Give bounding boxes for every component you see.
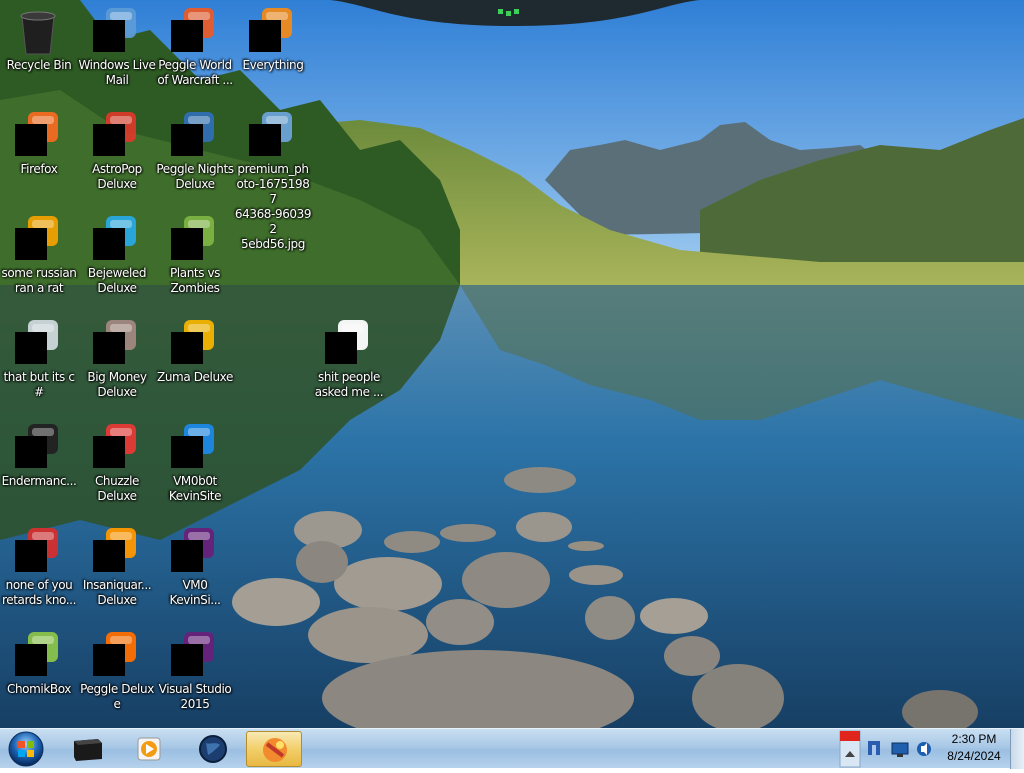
desktop-icon[interactable]: Windows Live Mail (78, 2, 156, 102)
taskbar-button-peggle[interactable] (246, 731, 302, 767)
peggle-app-icon (263, 738, 287, 762)
desktop-icon-label: Big Money Deluxe (87, 370, 147, 399)
windows-orb-icon (8, 731, 44, 767)
redacted-overlay (93, 540, 125, 572)
redacted-overlay (171, 540, 203, 572)
redacted-overlay (15, 124, 47, 156)
desktop-icon-label: Plants vs Zombies (169, 266, 221, 295)
desktop-icon[interactable]: Chuzzle Deluxe (78, 418, 156, 518)
desktop-icon-label: Peggle Nights Deluxe (156, 162, 234, 191)
tray-clock[interactable]: 2:30 PM 8/24/2024 (934, 731, 1014, 765)
desktop-icon-label: Bejeweled Deluxe (87, 266, 147, 295)
desktop[interactable]: Recycle Bin Windows Live Mail Peggle Wor… (0, 0, 1024, 728)
desktop-icon[interactable]: Peggle Nights Deluxe (156, 106, 234, 206)
desktop-icon-label: AstroPop Deluxe (92, 162, 142, 191)
desktop-icon-label: Windows Live Mail (78, 58, 156, 87)
desktop-icon-label: Peggle Deluxe (80, 682, 154, 711)
desktop-icon[interactable]: Zuma Deluxe (156, 314, 234, 414)
desktop-icon-label: Zuma Deluxe (157, 370, 233, 384)
redacted-overlay (93, 124, 125, 156)
desktop-icon-label: none of you retards kno... (1, 578, 77, 607)
redacted-overlay (171, 644, 203, 676)
redacted-overlay (171, 436, 203, 468)
taskbar-button-media-player[interactable] (122, 731, 174, 767)
media-player-icon (137, 737, 161, 761)
desktop-icon[interactable]: premium_ph oto-16751987 64368-960392 5eb… (234, 106, 312, 251)
desktop-icon[interactable]: Big Money Deluxe (78, 314, 156, 414)
redacted-overlay (171, 332, 203, 364)
desktop-icon[interactable]: VM0 KevinSi... (156, 522, 234, 622)
redacted-overlay (93, 436, 125, 468)
desktop-icon[interactable]: Everything (234, 2, 312, 102)
desktop-icon-label: Chuzzle Deluxe (94, 474, 140, 503)
desktop-icon[interactable]: ChomikBox (0, 626, 78, 726)
redacted-overlay (15, 228, 47, 260)
redacted-overlay (15, 644, 47, 676)
desktop-icon-label: Endermanc... (1, 474, 77, 488)
redacted-overlay (249, 20, 281, 52)
redacted-overlay (249, 124, 281, 156)
recycle-bin-icon (14, 6, 64, 56)
desktop-icon[interactable]: that but its c# (0, 314, 78, 414)
desktop-icon-label: VM0 KevinSi... (169, 578, 221, 607)
redacted-overlay (325, 332, 357, 364)
desktop-icon[interactable]: Firefox (0, 106, 78, 206)
network-icon[interactable] (868, 741, 880, 755)
desktop-icon-label: that but its c# (3, 370, 75, 399)
redacted-overlay (15, 332, 47, 364)
desktop-icon-label: premium_ph oto-16751987 64368-960392 5eb… (234, 162, 312, 251)
desktop-icon[interactable]: Peggle Deluxe (78, 626, 156, 726)
desktop-icon[interactable]: none of you retards kno... (0, 522, 78, 622)
redacted-overlay (171, 228, 203, 260)
desktop-icon-label: Insaniquar... Deluxe (82, 578, 152, 607)
top-edge-notch (330, 0, 700, 26)
volume-icon[interactable] (917, 742, 931, 756)
action-center-flag-icon[interactable] (839, 730, 861, 768)
monitor-icon[interactable] (891, 742, 909, 757)
desktop-icon[interactable]: VM0b0t KevinSite (156, 418, 234, 518)
clock-time: 2:30 PM (951, 732, 997, 746)
desktop-icon-label: Peggle World of Warcraft ... (157, 58, 233, 87)
desktop-icon[interactable]: Visual Studio 2015 (156, 626, 234, 726)
desktop-icon[interactable]: Peggle World of Warcraft ... (156, 2, 234, 102)
redacted-overlay (93, 644, 125, 676)
desktop-icon[interactable]: Bejeweled Deluxe (78, 210, 156, 310)
desktop-icon-label: VM0b0t KevinSite (168, 474, 222, 503)
desktop-icon-label: some russian ran a rat (1, 266, 77, 295)
desktop-icon[interactable]: Recycle Bin (0, 2, 78, 102)
desktop-icon[interactable]: Endermanc... (0, 418, 78, 518)
clock-date: 8/24/2024 (947, 749, 1001, 763)
desktop-icon[interactable]: Plants vs Zombies (156, 210, 234, 310)
redacted-overlay (15, 540, 47, 572)
redacted-overlay (93, 20, 125, 52)
desktop-icon-label: Visual Studio 2015 (158, 682, 232, 711)
desktop-icon-label: ChomikBox (6, 682, 71, 696)
black-box-app-icon (74, 739, 102, 761)
redacted-overlay (171, 124, 203, 156)
desktop-icon[interactable]: AstroPop Deluxe (78, 106, 156, 206)
redacted-overlay (15, 436, 47, 468)
desktop-icon[interactable]: Insaniquar... Deluxe (78, 522, 156, 622)
redacted-overlay (93, 228, 125, 260)
redacted-overlay (93, 332, 125, 364)
redacted-overlay (171, 20, 203, 52)
desktop-icon[interactable]: shit people asked me ... (310, 314, 388, 414)
tray-icons (839, 730, 931, 768)
desktop-icon-label: Firefox (20, 162, 58, 176)
desktop-icon-label: Recycle Bin (6, 58, 72, 72)
taskbar-button-black-box[interactable] (62, 731, 114, 767)
desktop-icon-label: shit people asked me ... (314, 370, 384, 399)
globe-app-icon (199, 735, 227, 763)
taskbar: 2:30 PM 8/24/2024 (0, 728, 1024, 769)
taskbar-button-globe[interactable] (186, 731, 238, 767)
desktop-icon-label: Everything (242, 58, 304, 72)
show-desktop-button[interactable] (1010, 729, 1024, 769)
start-button[interactable] (4, 730, 48, 768)
desktop-icon[interactable]: some russian ran a rat (0, 210, 78, 310)
